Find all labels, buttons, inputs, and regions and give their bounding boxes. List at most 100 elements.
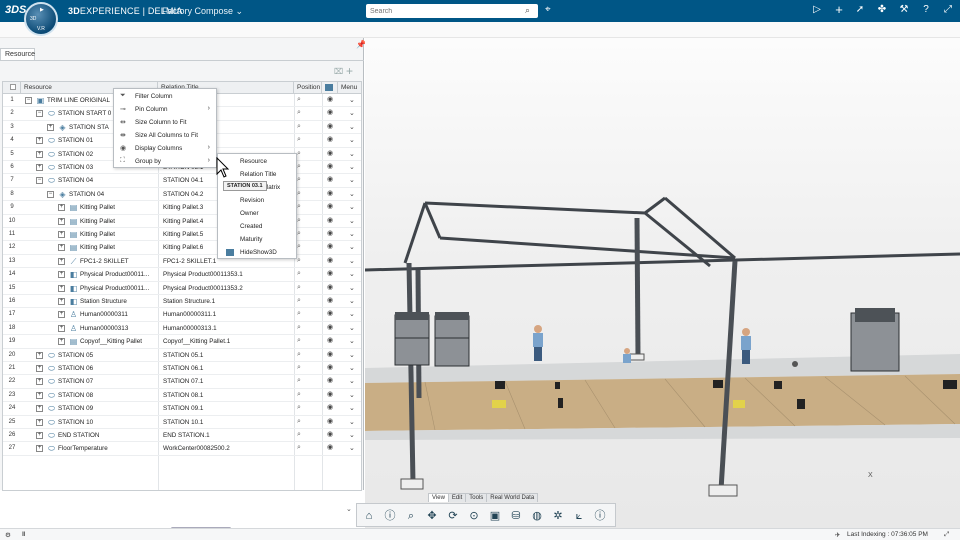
- compass-widget[interactable]: 3D ▶ V.R: [24, 2, 58, 36]
- resource-name[interactable]: FPC1-2 SKILLET: [80, 258, 129, 265]
- table-row[interactable]: 18 + ♙ Human00000313 Human00000313.1 ⌕ ◉ ⌄: [3, 322, 361, 336]
- table-row[interactable]: 24 + ⬭ STATION 09 STATION 09.1 ⌕ ◉ ⌄: [3, 402, 361, 416]
- resource-name[interactable]: STATION 06: [58, 365, 93, 372]
- position-icon[interactable]: ⌕: [297, 364, 301, 372]
- visibility-eye-icon[interactable]: ◉: [327, 95, 333, 103]
- pan-icon[interactable]: ✥: [423, 507, 441, 525]
- relation-title[interactable]: Kitting Pallet.5: [163, 231, 203, 238]
- row-menu-chevron-icon[interactable]: ⌄: [349, 150, 355, 158]
- tab-resource[interactable]: Resource: [0, 48, 35, 60]
- cylinder-icon[interactable]: ⛁: [507, 507, 525, 525]
- expand-toggle-icon[interactable]: +: [58, 204, 65, 212]
- table-row[interactable]: 15 + ◧ Physical Product00011... Physical Pro…: [3, 282, 361, 295]
- relation-title[interactable]: STATION 04.1: [163, 177, 203, 184]
- group-by-option[interactable]: HideShow3D: [218, 246, 296, 259]
- position-icon[interactable]: ⌕: [297, 351, 301, 359]
- column-header-position[interactable]: Position: [294, 82, 322, 94]
- position-icon[interactable]: ⌕: [297, 217, 301, 225]
- row-menu-chevron-icon[interactable]: ⌄: [349, 257, 355, 265]
- table-row[interactable]: 7 − ⬭ STATION 04 STATION 04.1 ⌕ ◉ ⌄: [3, 174, 361, 188]
- row-menu-chevron-icon[interactable]: ⌄: [349, 163, 355, 171]
- cube-icon[interactable]: ▣: [486, 507, 504, 525]
- visibility-eye-icon[interactable]: ◉: [327, 216, 333, 224]
- table-row[interactable]: 26 + ⬭ END STATION END STATION.1 ⌕ ◉ ⌄: [3, 429, 361, 443]
- clear-filter-icon[interactable]: ⌧: [334, 67, 343, 76]
- expand-toggle-icon[interactable]: +: [36, 378, 43, 386]
- row-menu-chevron-icon[interactable]: ⌄: [349, 391, 355, 399]
- relation-title[interactable]: STATION 07.1: [163, 378, 203, 385]
- collapse-toggle-icon[interactable]: −: [47, 190, 54, 198]
- expand-toggle-icon[interactable]: +: [58, 217, 65, 225]
- row-menu-chevron-icon[interactable]: ⌄: [349, 243, 355, 251]
- visibility-eye-icon[interactable]: ◉: [327, 229, 333, 237]
- visibility-eye-icon[interactable]: ◉: [327, 202, 333, 210]
- resource-name[interactable]: Kitting Pallet: [80, 204, 115, 211]
- table-row[interactable]: 27 + ⬭ FloorTemperature WorkCenter00082500.2…: [3, 442, 361, 456]
- visibility-eye-icon[interactable]: ◉: [327, 309, 333, 317]
- expand-toggle-icon[interactable]: +: [58, 284, 65, 292]
- table-row[interactable]: 8 − ◈ STATION 04 STATION 04.2 ⌕ ◉ ⌄: [3, 188, 361, 202]
- pause-icon[interactable]: ‖: [22, 531, 25, 538]
- expand-toggle-icon[interactable]: +: [58, 271, 65, 279]
- rotate-icon[interactable]: ⟳: [444, 507, 462, 525]
- expand-toggle-icon[interactable]: +: [36, 365, 43, 372]
- select-all-checkbox[interactable]: [10, 84, 16, 90]
- position-icon[interactable]: ⌕: [297, 337, 301, 345]
- collapse-chevron-icon[interactable]: ⌄: [346, 505, 352, 513]
- resource-name[interactable]: Copyof__Kitting Pallet: [80, 338, 142, 345]
- table-row[interactable]: 17 + ♙ Human00000311 Human00000311.1 ⌕ ◉ ⌄: [3, 308, 361, 322]
- row-menu-chevron-icon[interactable]: ⌄: [349, 96, 355, 104]
- position-icon[interactable]: ⌕: [297, 324, 301, 332]
- expand-toggle-icon[interactable]: +: [36, 150, 43, 158]
- position-icon[interactable]: ⌕: [297, 123, 301, 131]
- expand-toggle-icon[interactable]: +: [36, 445, 43, 453]
- relation-title[interactable]: Station Structure.1: [163, 298, 215, 305]
- expand-icon[interactable]: ⤢: [941, 4, 955, 15]
- expand-toggle-icon[interactable]: +: [36, 432, 43, 439]
- tag-icon[interactable]: ⌖: [545, 4, 551, 15]
- visibility-eye-icon[interactable]: ◉: [327, 189, 333, 197]
- resource-name[interactable]: Kitting Pallet: [80, 231, 115, 238]
- row-menu-chevron-icon[interactable]: ⌄: [349, 310, 355, 318]
- help-icon[interactable]: ?: [919, 4, 933, 15]
- row-menu-chevron-icon[interactable]: ⌄: [349, 136, 355, 144]
- row-menu-chevron-icon[interactable]: ⌄: [349, 217, 355, 225]
- relation-title[interactable]: Kitting Pallet.3: [163, 204, 203, 211]
- position-icon[interactable]: ⌕: [297, 431, 301, 439]
- visibility-eye-icon[interactable]: ◉: [327, 350, 333, 358]
- table-row[interactable]: 20 + ⬭ STATION 05 STATION 05.1 ⌕ ◉ ⌄: [3, 349, 361, 362]
- row-menu-chevron-icon[interactable]: ⌄: [349, 284, 355, 292]
- expand-toggle-icon[interactable]: +: [36, 351, 43, 359]
- info-icon[interactable]: ⓘ: [381, 507, 399, 525]
- relation-title[interactable]: Physical Product00011353.2: [163, 285, 243, 292]
- zoom-icon[interactable]: ⌕: [402, 507, 420, 525]
- position-icon[interactable]: ⌕: [297, 418, 301, 426]
- expand-toggle-icon[interactable]: +: [36, 418, 43, 426]
- status-tools-icon[interactable]: ⚙: [5, 531, 11, 539]
- table-row[interactable]: 9 + ▤ Kitting Pallet Kitting Pallet.3 ⌕ ◉ ⌄: [3, 201, 361, 215]
- resource-name[interactable]: Station Structure: [80, 298, 127, 305]
- relation-title[interactable]: STATION 04.2: [163, 191, 203, 198]
- expand-toggle-icon[interactable]: +: [58, 257, 65, 265]
- visibility-eye-icon[interactable]: ◉: [327, 269, 333, 277]
- visibility-eye-icon[interactable]: ◉: [327, 430, 333, 438]
- group-by-option[interactable]: Owner: [218, 207, 296, 220]
- expand-toggle-icon[interactable]: +: [36, 137, 43, 145]
- position-icon[interactable]: ⌕: [297, 109, 301, 117]
- measure-icon[interactable]: ⟀: [570, 507, 588, 525]
- relation-title[interactable]: Copyof__Kitting Pallet.1: [163, 338, 230, 345]
- relation-title[interactable]: Kitting Pallet.4: [163, 218, 203, 225]
- relation-title[interactable]: STATION 10.1: [163, 419, 203, 426]
- relation-title[interactable]: END STATION.1: [163, 432, 210, 439]
- resource-name[interactable]: STATION 03: [58, 164, 93, 171]
- row-menu-chevron-icon[interactable]: ⌄: [349, 431, 355, 439]
- context-menu-item[interactable]: ⊸ Pin Column ›: [114, 103, 216, 116]
- row-menu-chevron-icon[interactable]: ⌄: [349, 230, 355, 238]
- expand-toggle-icon[interactable]: +: [58, 311, 65, 319]
- group-by-option[interactable]: Created: [218, 220, 296, 233]
- row-menu-chevron-icon[interactable]: ⌄: [349, 337, 355, 345]
- help-circle-icon[interactable]: ⓘ: [591, 507, 609, 525]
- search-input[interactable]: [366, 4, 538, 18]
- resource-name[interactable]: STATION 02: [58, 151, 93, 158]
- position-icon[interactable]: ⌕: [297, 136, 301, 144]
